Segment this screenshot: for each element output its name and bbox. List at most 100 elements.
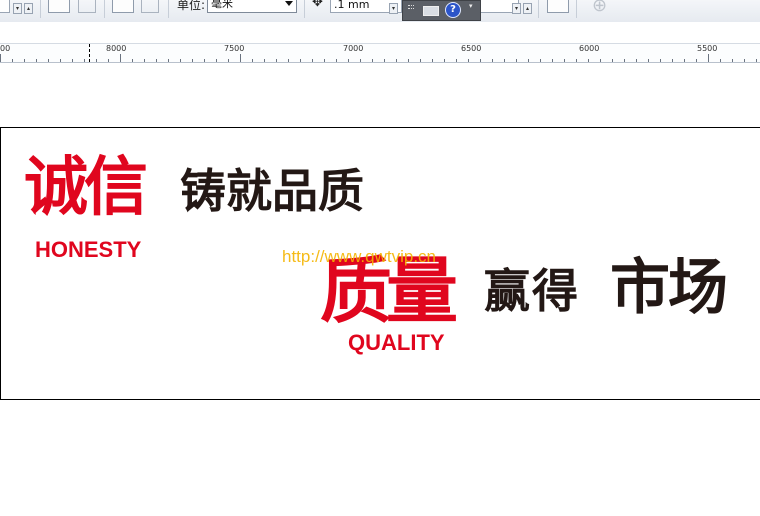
landscape-button[interactable]	[78, 0, 96, 13]
ruler-tick	[672, 59, 673, 62]
ruler-tick	[84, 59, 85, 62]
treat-as-filled-button[interactable]	[547, 0, 569, 13]
ruler-tick	[636, 59, 637, 62]
toolbar-gap	[0, 22, 760, 43]
ruler-tick	[12, 59, 13, 62]
size-field[interactable]	[0, 0, 10, 13]
grip-icon[interactable]	[408, 5, 414, 9]
ruler-tick	[348, 59, 349, 62]
ruler-tick	[720, 59, 721, 62]
ruler-tick	[360, 59, 361, 62]
ruler-tick	[612, 59, 613, 62]
ruler-tick	[96, 59, 97, 62]
input-method-bar: ? ▾	[402, 0, 481, 21]
ruler-tick	[516, 59, 517, 62]
ruler-tick	[312, 59, 313, 62]
ruler-tick	[384, 59, 385, 62]
ruler-tick	[252, 59, 253, 62]
ruler-tick	[480, 59, 481, 62]
ruler-tick	[420, 59, 421, 62]
ruler-tick	[408, 59, 409, 62]
separator	[40, 0, 41, 18]
menu-arrow-icon[interactable]: ▾	[469, 2, 473, 10]
ruler-tick	[732, 59, 733, 62]
ruler-tick	[204, 59, 205, 62]
ruler-tick	[60, 59, 61, 62]
portrait-button[interactable]	[48, 0, 70, 13]
honesty-english-text: HONESTY	[35, 237, 142, 262]
separator	[538, 0, 539, 18]
ruler-label: 6000	[579, 44, 600, 53]
horizontal-ruler[interactable]: 00 8000 7500 7000 6500 6000 5500	[0, 43, 760, 63]
ruler-tick	[492, 59, 493, 62]
ruler-tick	[744, 59, 745, 62]
separator	[304, 0, 305, 18]
ruler-tick	[300, 59, 301, 62]
spin-up-button[interactable]: ▴	[523, 3, 532, 14]
nudge-offset-value: .1 mm	[334, 0, 370, 11]
ruler-tick	[24, 59, 25, 62]
all-pages-button[interactable]	[112, 0, 134, 13]
ruler-tick	[36, 59, 37, 62]
add-icon[interactable]: ⊕	[592, 0, 607, 16]
win-text: 赢得	[484, 264, 580, 318]
separator	[168, 0, 169, 18]
market-text: 市场	[610, 253, 728, 323]
ruler-tick	[504, 59, 505, 62]
ruler-tick	[324, 59, 325, 62]
ruler-tick	[336, 59, 337, 62]
ruler-tick	[576, 59, 577, 62]
cursor-position-marker	[89, 44, 90, 62]
ruler-tick	[156, 59, 157, 62]
ruler-tick	[588, 59, 589, 62]
help-icon[interactable]: ?	[445, 2, 461, 18]
ruler-tick	[468, 59, 469, 62]
ruler-tick	[180, 59, 181, 62]
ruler-tick	[456, 59, 457, 62]
ruler-tick	[120, 54, 121, 62]
forge-quality-text: 铸就品质	[180, 164, 364, 218]
unit-select[interactable]: 毫米	[207, 0, 297, 13]
ruler-tick	[660, 59, 661, 62]
chevron-down-icon	[285, 1, 293, 6]
spin-down-button[interactable]: ▾	[512, 3, 521, 14]
ruler-tick	[48, 59, 49, 62]
nudge-spin-button[interactable]: ▾	[389, 3, 398, 14]
ruler-label: 7500	[224, 44, 245, 53]
ruler-tick	[276, 59, 277, 62]
unit-select-value: 毫米	[211, 0, 233, 10]
ruler-tick	[432, 59, 433, 62]
ruler-tick	[552, 59, 553, 62]
ruler-tick	[0, 54, 1, 62]
ruler-tick	[444, 59, 445, 62]
honesty-chinese-text: 诚信	[24, 151, 148, 225]
ruler-label: 8000	[106, 44, 127, 53]
ruler-tick	[540, 59, 541, 62]
ruler-tick	[264, 59, 265, 62]
property-bar: ▾ ▴ 单位: 毫米 ✥ .1 mm ▾ ? ▾ ▾ ▴ ⊕	[0, 0, 760, 23]
ruler-tick	[696, 59, 697, 62]
watermark-url: http://www.qwtvip.cn	[282, 247, 437, 266]
spin-up-button[interactable]: ▴	[24, 3, 33, 14]
ruler-tick	[228, 59, 229, 62]
ruler-tick	[144, 59, 145, 62]
ruler-tick	[564, 59, 565, 62]
ruler-label: 00	[0, 44, 11, 53]
ruler-tick	[108, 59, 109, 62]
ruler-tick	[288, 59, 289, 62]
separator	[104, 0, 105, 18]
spin-down-button[interactable]: ▾	[13, 3, 22, 14]
ruler-tick	[132, 59, 133, 62]
ruler-label: 6500	[461, 44, 482, 53]
current-page-button[interactable]	[141, 0, 159, 13]
ruler-tick	[372, 59, 373, 62]
keyboard-icon[interactable]	[423, 6, 439, 16]
ruler-tick	[192, 59, 193, 62]
ruler-tick	[708, 54, 709, 62]
ruler-label: 7000	[343, 44, 364, 53]
ruler-label: 5500	[697, 44, 718, 53]
quality-english-text: QUALITY	[348, 330, 445, 355]
separator	[576, 0, 577, 18]
ruler-tick	[684, 59, 685, 62]
ruler-tick	[168, 59, 169, 62]
